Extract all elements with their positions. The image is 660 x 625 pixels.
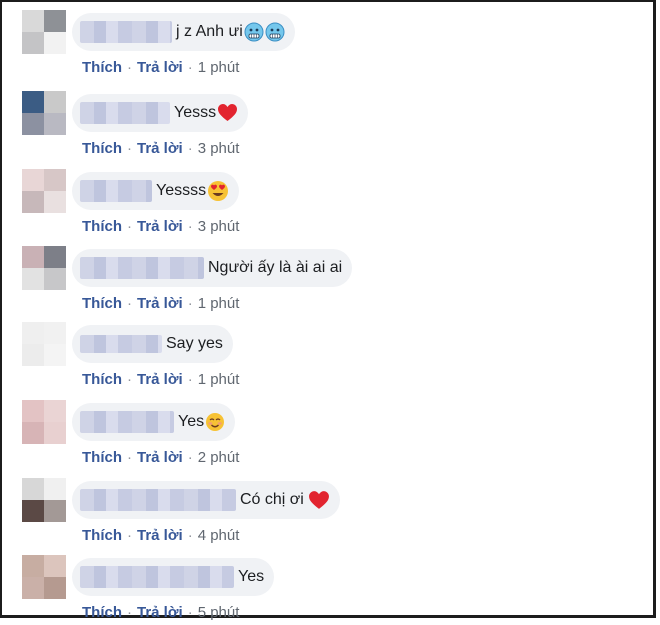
comment-actions: Thích · Trả lời · 3 phút: [82, 140, 239, 157]
comment-bubble: Yesss: [72, 94, 249, 132]
timestamp[interactable]: 1 phút: [198, 295, 240, 312]
separator-dot: ·: [187, 59, 193, 76]
blurred-commenter-name[interactable]: [80, 180, 152, 202]
separator-dot: ·: [187, 527, 193, 544]
separator-dot: ·: [187, 295, 193, 312]
separator-dot: ·: [127, 527, 132, 544]
blurred-commenter-name[interactable]: [80, 411, 174, 433]
reply-link[interactable]: Trả lời: [137, 449, 183, 466]
like-link[interactable]: Thích: [82, 218, 122, 235]
separator-dot: ·: [127, 604, 132, 621]
comment-bubble: Say yes: [72, 325, 233, 363]
comment-text: Người ấy là ài ai ai: [208, 259, 343, 276]
blurred-commenter-name[interactable]: [80, 257, 204, 279]
heart-eyes-emoji: [208, 181, 229, 201]
comment-item: Yesss Thích · Trả lời · 3 phút: [0, 91, 640, 161]
comment-item: Có chị ơi Thích · Trả lời · 4 phút: [0, 478, 640, 548]
reply-link[interactable]: Trả lời: [137, 59, 183, 76]
comment-text: Yes: [238, 568, 265, 585]
comment-actions: Thích · Trả lời · 2 phút: [82, 449, 239, 466]
timestamp[interactable]: 4 phút: [198, 527, 240, 544]
comment-actions: Thích · Trả lời · 3 phút: [82, 218, 239, 235]
avatar[interactable]: [22, 169, 66, 213]
comment-item: Yessss Thích · Trả lời · 3 phút: [0, 169, 640, 239]
comment-bubble: Người ấy là ài ai ai: [72, 249, 353, 287]
comment-item: Yes Thích · Trả lời · 5 phút: [0, 555, 640, 625]
separator-dot: ·: [187, 371, 193, 388]
like-link[interactable]: Thích: [82, 371, 122, 388]
like-link[interactable]: Thích: [82, 449, 122, 466]
blurred-commenter-name[interactable]: [80, 21, 172, 43]
avatar[interactable]: [22, 10, 66, 54]
timestamp[interactable]: 2 phút: [198, 449, 240, 466]
comment-actions: Thích · Trả lời · 1 phút: [82, 59, 239, 76]
like-link[interactable]: Thích: [82, 527, 122, 544]
comment-text: Yessss: [156, 180, 229, 202]
comment-text: Yesss: [174, 103, 238, 123]
separator-dot: ·: [187, 449, 193, 466]
red-heart-emoji: [218, 104, 238, 121]
comment-bubble: Yessss: [72, 172, 240, 210]
comment-actions: Thích · Trả lời · 1 phút: [82, 371, 239, 388]
separator-dot: ·: [127, 449, 132, 466]
separator-dot: ·: [187, 604, 193, 621]
reply-link[interactable]: Trả lời: [137, 140, 183, 157]
blurred-commenter-name[interactable]: [80, 489, 236, 511]
blurred-commenter-name[interactable]: [80, 102, 170, 124]
reply-link[interactable]: Trả lời: [137, 218, 183, 235]
blurred-commenter-name[interactable]: [80, 335, 162, 353]
cold-face-emoji: [265, 22, 285, 42]
separator-dot: ·: [127, 295, 132, 312]
separator-dot: ·: [187, 140, 193, 157]
separator-dot: ·: [127, 59, 132, 76]
avatar[interactable]: [22, 478, 66, 522]
timestamp[interactable]: 5 phút: [198, 604, 240, 621]
comment-bubble: j z Anh ưi: [72, 13, 295, 51]
like-link[interactable]: Thích: [82, 604, 122, 621]
separator-dot: ·: [127, 140, 132, 157]
comment-bubble: Có chị ơi: [72, 481, 340, 519]
blurred-commenter-name[interactable]: [80, 566, 234, 588]
reply-link[interactable]: Trả lời: [137, 604, 183, 621]
reply-link[interactable]: Trả lời: [137, 295, 183, 312]
red-heart-emoji: [308, 490, 329, 509]
comment-text: Yes: [178, 412, 225, 432]
comment-bubble: Yes: [72, 403, 236, 441]
comment-text: Say yes: [166, 335, 223, 352]
timestamp[interactable]: 3 phút: [198, 218, 240, 235]
separator-dot: ·: [187, 218, 193, 235]
avatar[interactable]: [22, 555, 66, 599]
like-link[interactable]: Thích: [82, 140, 122, 157]
comment-actions: Thích · Trả lời · 4 phút: [82, 527, 239, 544]
comment-actions: Thích · Trả lời · 5 phút: [82, 604, 239, 621]
avatar[interactable]: [22, 246, 66, 290]
cold-face-emoji: [244, 22, 264, 42]
avatar[interactable]: [22, 322, 66, 366]
comment-bubble: Yes: [72, 558, 275, 596]
separator-dot: ·: [127, 371, 132, 388]
like-link[interactable]: Thích: [82, 59, 122, 76]
comment-text: Có chị ơi: [240, 490, 330, 511]
reply-link[interactable]: Trả lời: [137, 527, 183, 544]
smiling-face-emoji: [206, 413, 225, 431]
like-link[interactable]: Thích: [82, 295, 122, 312]
comment-item: Người ấy là ài ai ai Thích · Trả lời · 1…: [0, 246, 640, 316]
comment-actions: Thích · Trả lời · 1 phút: [82, 295, 239, 312]
timestamp[interactable]: 3 phút: [198, 140, 240, 157]
avatar[interactable]: [22, 400, 66, 444]
timestamp[interactable]: 1 phút: [198, 59, 240, 76]
separator-dot: ·: [127, 218, 132, 235]
reply-link[interactable]: Trả lời: [137, 371, 183, 388]
comment-item: Yes Thích · Trả lời · 2 phút: [0, 400, 640, 470]
comment-text: j z Anh ưi: [176, 22, 285, 42]
avatar[interactable]: [22, 91, 66, 135]
timestamp[interactable]: 1 phút: [198, 371, 240, 388]
comment-item: Say yes Thích · Trả lời · 1 phút: [0, 322, 640, 392]
comment-item: j z Anh ưi Thích · Trả lời · 1 phút: [0, 10, 640, 80]
